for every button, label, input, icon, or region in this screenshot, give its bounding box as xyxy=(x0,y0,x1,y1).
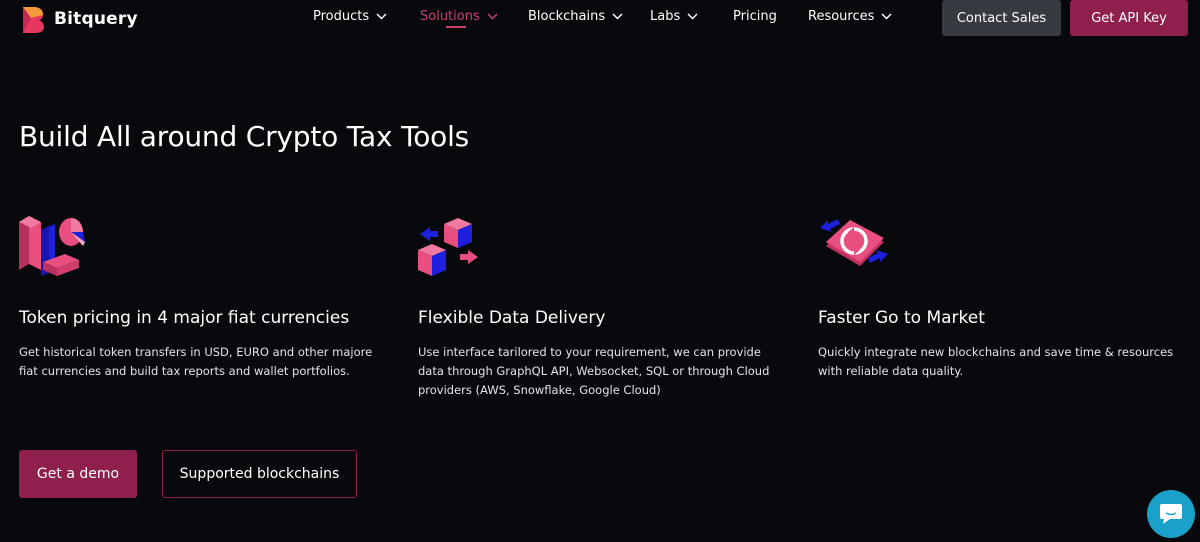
nav-solutions[interactable]: Solutions xyxy=(420,7,498,28)
feature-title: Faster Go to Market xyxy=(818,308,985,328)
bar-pie-chart-icon xyxy=(19,216,85,276)
nav-label: Pricing xyxy=(733,8,777,24)
chevron-down-icon xyxy=(612,12,623,20)
feature-description: Use interface tarilored to your requirem… xyxy=(418,345,770,397)
nav-label: Solutions xyxy=(420,8,480,24)
feature-title: Flexible Data Delivery xyxy=(418,308,606,328)
nav-blockchains[interactable]: Blockchains xyxy=(528,7,623,25)
feature-card-go-to-market: Faster Go to Market Quickly integrate ne… xyxy=(818,210,1190,378)
nav-label: Blockchains xyxy=(528,8,606,24)
nav-label: Labs xyxy=(650,8,681,24)
chevron-down-icon xyxy=(687,12,698,20)
brand-logo[interactable]: Bitquery xyxy=(20,0,138,38)
nav-labs[interactable]: Labs xyxy=(650,7,698,25)
brand-name: Bitquery xyxy=(54,9,138,29)
bitquery-logo-icon xyxy=(23,7,44,33)
page-title: Build All around Crypto Tax Tools xyxy=(19,120,470,153)
chevron-down-icon xyxy=(881,12,892,20)
chat-bubble-icon xyxy=(1160,504,1182,524)
contact-sales-button[interactable]: Contact Sales xyxy=(942,0,1061,36)
feature-description: Quickly integrate new blockchains and sa… xyxy=(818,345,1174,378)
get-demo-button[interactable]: Get a demo xyxy=(19,450,137,498)
nav-resources[interactable]: Resources xyxy=(808,7,892,25)
feature-title: Token pricing in 4 major fiat currencies xyxy=(19,308,350,328)
sync-arrows-icon xyxy=(820,219,888,266)
get-api-key-button[interactable]: Get API Key xyxy=(1070,0,1188,36)
chevron-down-icon xyxy=(376,12,387,20)
nav-pricing[interactable]: Pricing xyxy=(733,7,777,25)
nav-products[interactable]: Products xyxy=(313,7,387,25)
chat-widget-button[interactable] xyxy=(1147,490,1195,538)
nav-label: Resources xyxy=(808,8,875,24)
data-cubes-exchange-icon xyxy=(418,218,478,276)
feature-description: Get historical token transfers in USD, E… xyxy=(19,345,373,378)
chevron-down-icon xyxy=(487,12,498,20)
nav-label: Products xyxy=(313,8,370,24)
feature-card-token-pricing: Token pricing in 4 major fiat currencies… xyxy=(19,210,391,378)
supported-blockchains-button[interactable]: Supported blockchains xyxy=(162,450,357,498)
feature-card-data-delivery: Flexible Data Delivery Use interface tar… xyxy=(418,210,790,397)
